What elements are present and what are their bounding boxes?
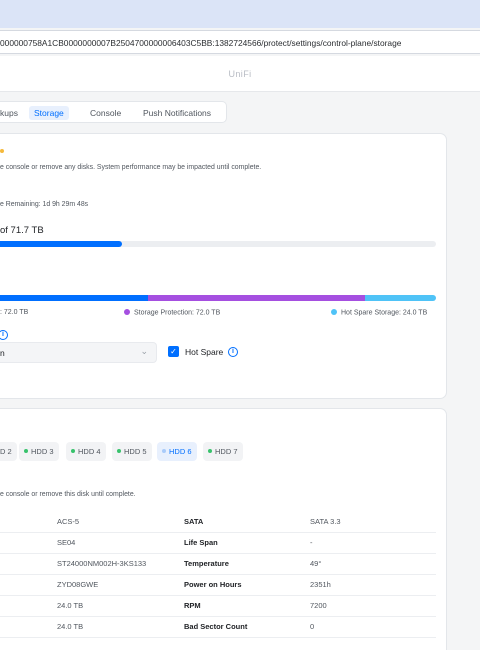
disk-status-dot bbox=[208, 449, 212, 453]
chip-label: HDD 6 bbox=[169, 447, 192, 456]
chip-hdd-5[interactable]: HDD 5 bbox=[112, 442, 152, 461]
raid-level-value: n bbox=[0, 348, 5, 358]
settings-tabs: kups Storage Console Push Notifications bbox=[0, 101, 227, 123]
chip-hdd-4[interactable]: HDD 4 bbox=[66, 442, 106, 461]
key-cell: Bad Sector Count bbox=[184, 622, 248, 631]
time-remaining-text: e Remaining: 1d 9h 29m 48s bbox=[0, 201, 89, 208]
value-cell: ZYD08GWE bbox=[57, 580, 99, 589]
key-cell: RPM bbox=[184, 601, 201, 610]
legend-usable-storage: : 72.0 TB bbox=[0, 309, 28, 316]
disk-warning-text: e console or remove this disk until comp… bbox=[0, 491, 136, 498]
chip-hdd-2[interactable]: D 2 bbox=[0, 442, 17, 461]
chip-hdd-6[interactable]: HDD 6 bbox=[157, 442, 197, 461]
hot-spare-label[interactable]: Hot Spare bbox=[185, 347, 223, 357]
hot-spare-checkbox[interactable]: ✓ bbox=[168, 346, 179, 357]
table-row: SE04 Life Span - bbox=[0, 533, 436, 554]
hot-spare-dot bbox=[331, 309, 337, 315]
key-cell: SATA bbox=[184, 517, 204, 526]
chip-label: HDD 4 bbox=[78, 447, 101, 456]
address-url[interactable]: 000000758A1CB0000000007B2504700000006403… bbox=[0, 38, 401, 48]
legend-hot-spare: Hot Spare Storage: 24.0 TB bbox=[331, 309, 427, 317]
disk-status-dot bbox=[71, 449, 75, 453]
value-cell: 49° bbox=[310, 559, 322, 568]
legend-hot-spare-label: Hot Spare Storage: 24.0 TB bbox=[341, 309, 428, 317]
storage-protection-dot bbox=[124, 309, 130, 315]
disk-status-dot bbox=[162, 449, 166, 453]
alloc-segment-usable bbox=[0, 295, 148, 301]
value-cell: SE04 bbox=[57, 538, 76, 547]
value-cell: 2351h bbox=[310, 580, 331, 589]
warning-indicator-dot bbox=[0, 149, 4, 153]
rebuild-progress-fill bbox=[0, 241, 122, 247]
key-cell: Life Span bbox=[184, 538, 218, 547]
raid-level-select[interactable]: n ⌄ bbox=[0, 342, 157, 363]
alloc-segment-hot-spare bbox=[365, 295, 436, 301]
value-cell: 7200 bbox=[310, 601, 327, 610]
tab-console[interactable]: Console bbox=[90, 106, 121, 120]
key-cell: Temperature bbox=[184, 559, 229, 568]
value-cell: 0 bbox=[310, 622, 315, 631]
table-row: ZYD08GWE Power on Hours 2351h bbox=[0, 575, 436, 596]
chip-label: D 2 bbox=[0, 447, 12, 456]
disk-status-dot bbox=[24, 449, 28, 453]
storage-allocation-bar bbox=[0, 295, 436, 301]
table-row: ST24000NM002H-3KS133 Temperature 49° bbox=[0, 554, 436, 575]
value-cell: ST24000NM002H-3KS133 bbox=[57, 559, 147, 568]
key-cell: Power on Hours bbox=[184, 580, 242, 589]
tab-backups[interactable]: kups bbox=[0, 106, 18, 120]
legend-protection-label: Storage Protection: 72.0 TB bbox=[134, 309, 221, 317]
rebuild-warning-text: e console or remove any disks. System pe… bbox=[0, 164, 262, 171]
table-row: 24.0 TB RPM 7200 bbox=[0, 596, 436, 617]
rebuild-progress-bar bbox=[0, 241, 436, 247]
chip-label: HDD 3 bbox=[31, 447, 54, 456]
chip-hdd-7[interactable]: HDD 7 bbox=[203, 442, 243, 461]
legend-storage-protection: Storage Protection: 72.0 TB bbox=[124, 309, 220, 317]
value-cell: 24.0 TB bbox=[57, 601, 84, 610]
brand-logo: UniFi bbox=[228, 69, 252, 79]
capacity-text: of 71.7 TB bbox=[0, 225, 44, 236]
disk-status-dot bbox=[117, 449, 121, 453]
chevron-down-icon: ⌄ bbox=[140, 346, 148, 356]
address-bar[interactable]: 000000758A1CB0000000007B2504700000006403… bbox=[0, 30, 480, 54]
browser-tab-strip bbox=[0, 0, 480, 28]
alloc-segment-protection bbox=[148, 295, 365, 301]
chip-hdd-3[interactable]: HDD 3 bbox=[19, 442, 59, 461]
table-row: 24.0 TB Bad Sector Count 0 bbox=[0, 617, 436, 638]
tab-push-notifications[interactable]: Push Notifications bbox=[143, 106, 211, 120]
chip-label: HDD 7 bbox=[215, 447, 238, 456]
chip-label: HDD 5 bbox=[124, 447, 147, 456]
legend-usable-label: : 72.0 TB bbox=[0, 309, 29, 316]
value-cell: 24.0 TB bbox=[57, 622, 84, 631]
value-cell: ACS-5 bbox=[57, 517, 80, 526]
table-row: ACS-5 SATA SATA 3.3 bbox=[0, 512, 436, 533]
app-header: UniFi bbox=[0, 56, 480, 92]
tab-storage[interactable]: Storage bbox=[29, 106, 69, 120]
value-cell: SATA 3.3 bbox=[310, 517, 341, 526]
value-cell: - bbox=[310, 538, 313, 547]
hot-spare-info-icon[interactable]: i bbox=[228, 347, 238, 357]
